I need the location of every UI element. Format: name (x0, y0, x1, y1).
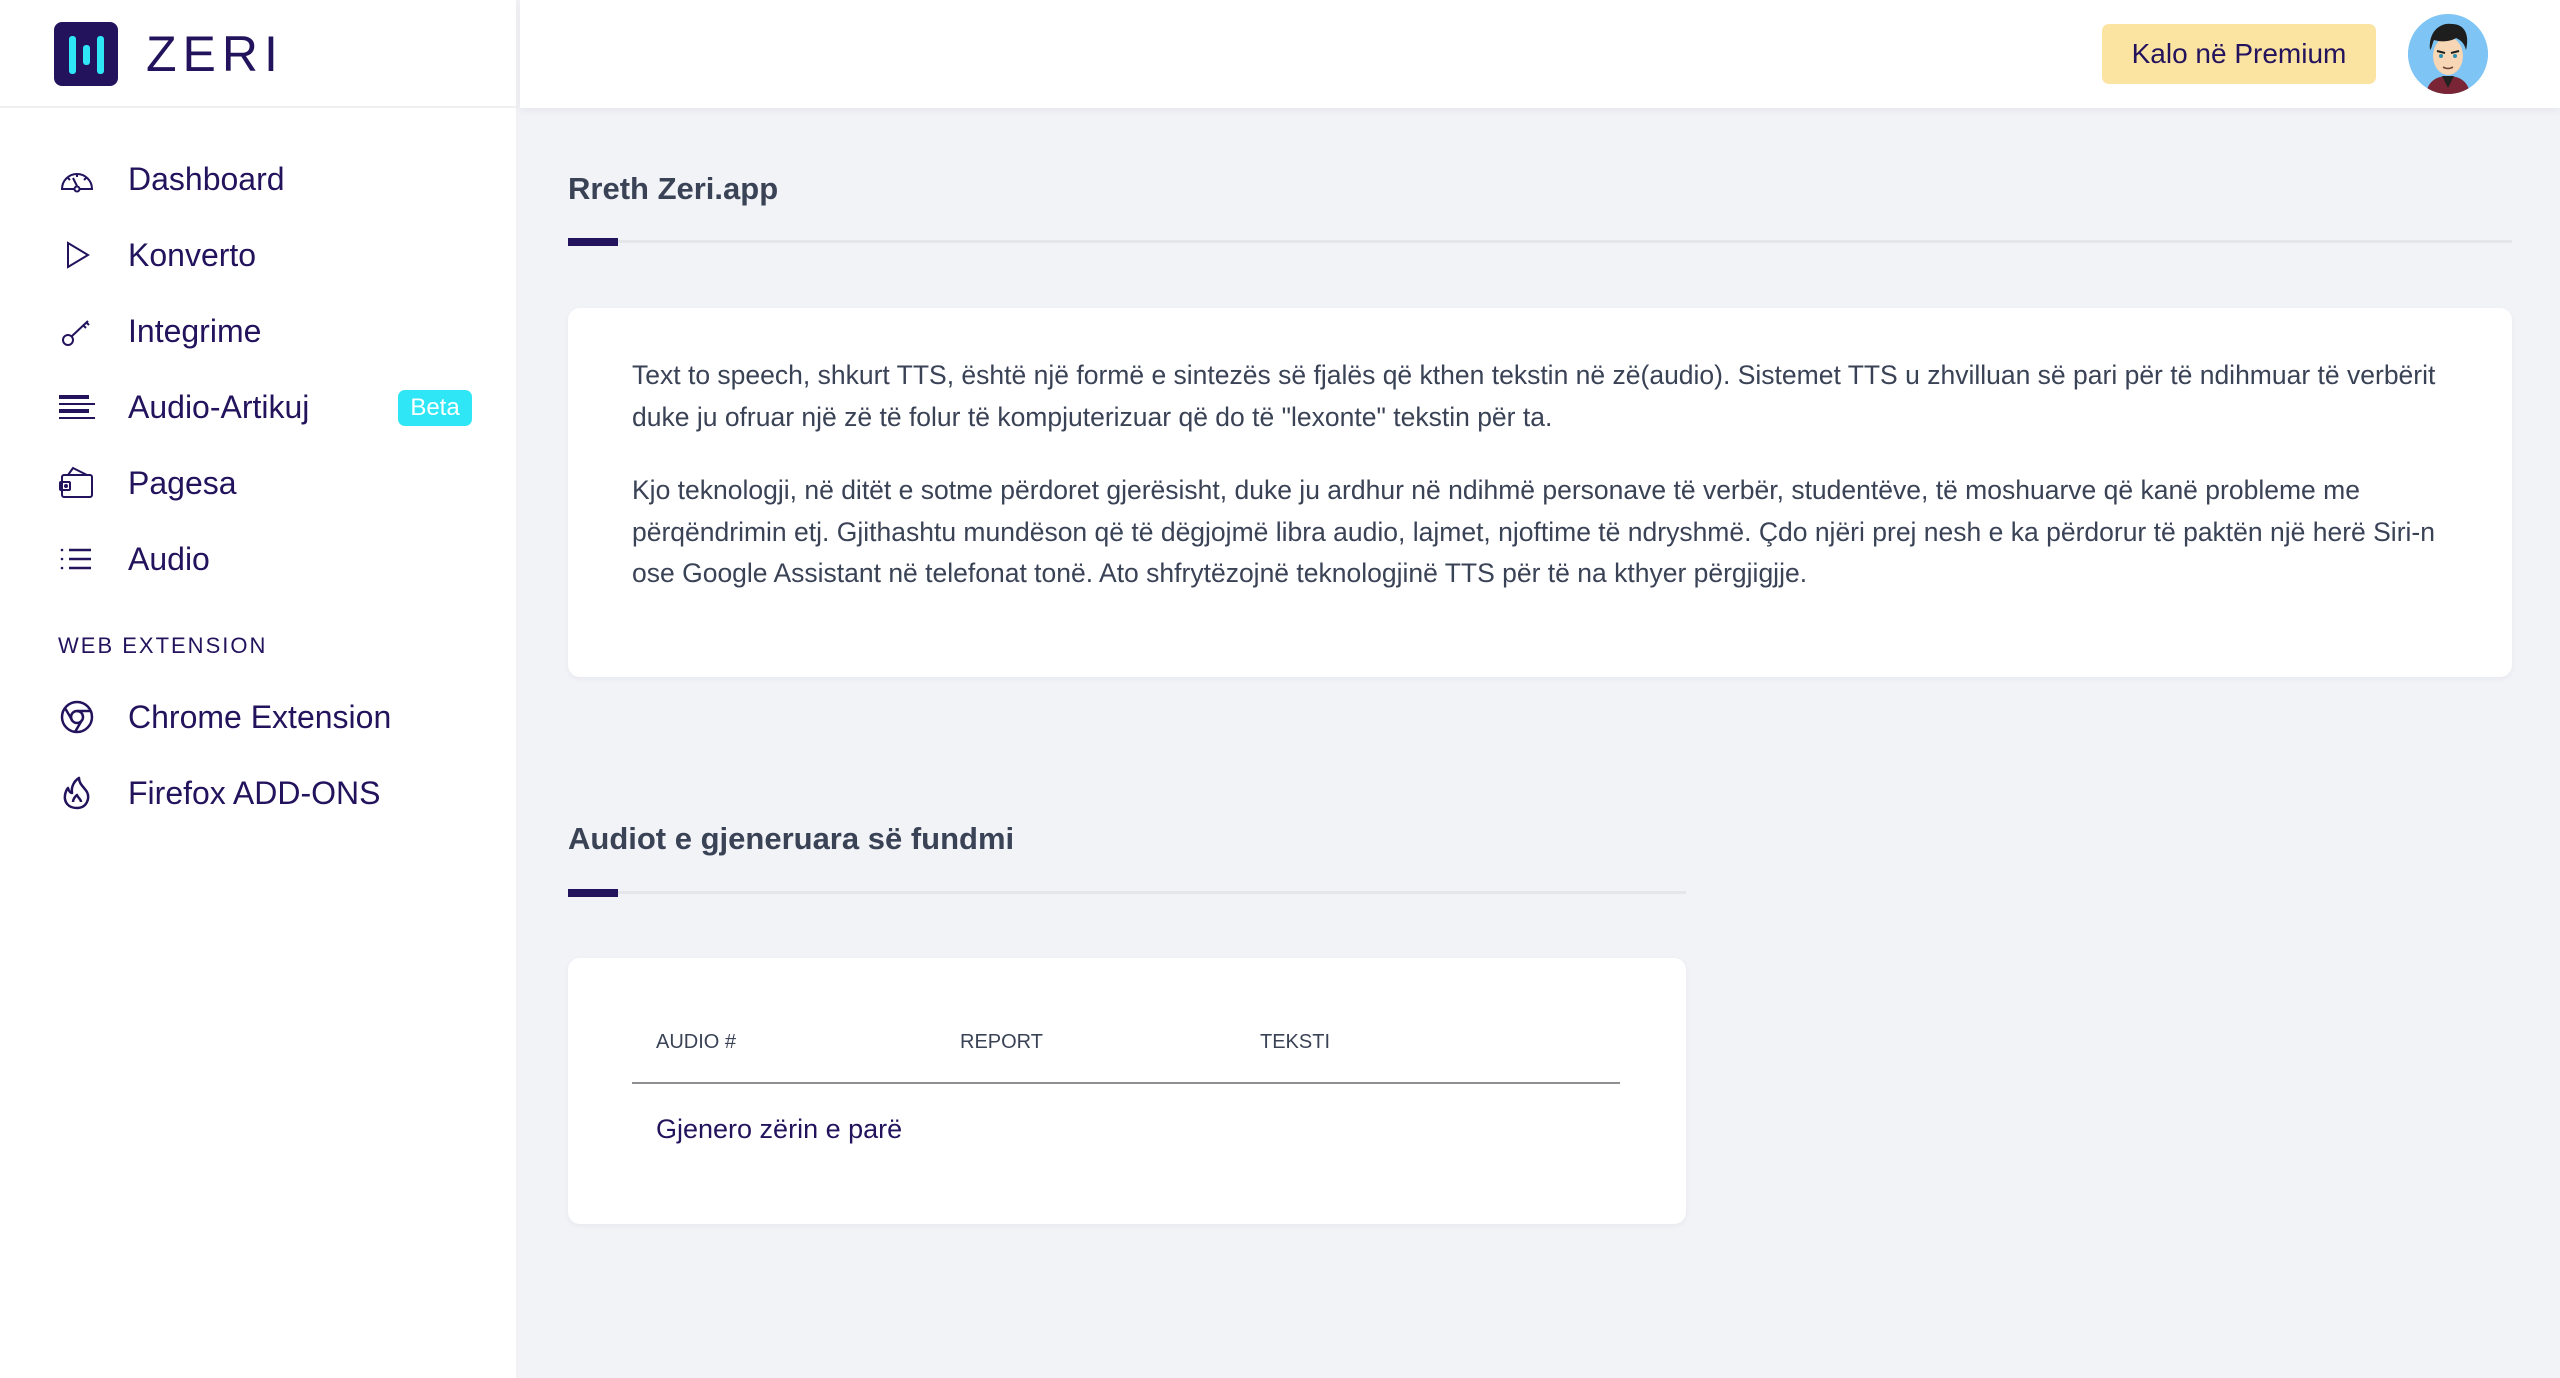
sidebar-item-pagesa[interactable]: Pagesa (0, 453, 518, 513)
about-divider (568, 240, 2512, 243)
wallet-icon (58, 465, 96, 501)
brand[interactable]: ZERI (0, 0, 518, 108)
nav-label: Chrome Extension (128, 699, 392, 735)
sidebar-item-audio[interactable]: Audio (0, 529, 518, 589)
generate-first-audio-link[interactable]: Gjenero zërin e parë (656, 1111, 902, 1147)
about-paragraph: Text to speech, shkurt TTS, është një fo… (632, 360, 2436, 432)
user-avatar[interactable] (2408, 14, 2488, 94)
nav-label: Pagesa (128, 465, 237, 501)
sidebar-item-konverto[interactable]: Konverto (0, 225, 518, 285)
column-header-teksti[interactable]: TEKSTI (1260, 1030, 1330, 1054)
premium-button[interactable]: Kalo në Premium (2102, 24, 2376, 84)
column-header-report[interactable]: REPORT (960, 1030, 1043, 1054)
recent-divider (568, 891, 1686, 894)
table-header-divider (632, 1082, 1620, 1084)
play-icon (58, 237, 96, 273)
align-left-icon (58, 389, 96, 425)
key-icon (58, 313, 96, 349)
nav-label: Audio (128, 541, 210, 577)
nav-label: Audio-Artikuj (128, 389, 310, 425)
sidebar-item-dashboard[interactable]: Dashboard (0, 149, 518, 209)
nav-label: Konverto (128, 237, 257, 273)
sidebar-item-integrime[interactable]: Integrime (0, 301, 518, 361)
nav-label: Integrime (128, 313, 262, 349)
section-label-web-extension: WEB EXTENSION (58, 633, 268, 658)
sidebar-item-firefox-addons[interactable]: Firefox ADD-ONS (0, 763, 518, 823)
sidebar-item-chrome-extension[interactable]: Chrome Extension (0, 687, 518, 747)
recent-audios-title: Audiot e gjeneruara së fundmi (568, 821, 1015, 856)
about-card: Text to speech, shkurt TTS, është një fo… (568, 308, 2512, 677)
nav-label: Dashboard (128, 161, 285, 197)
nav-label: Firefox ADD-ONS (128, 775, 381, 811)
chrome-icon (58, 699, 96, 735)
column-header-audio[interactable]: AUDIO # (656, 1030, 736, 1054)
speedometer-icon (58, 161, 96, 197)
about-title: Rreth Zeri.app (568, 171, 779, 206)
brand-name: ZERI (146, 26, 284, 82)
logo-icon (54, 22, 118, 86)
beta-badge: Beta (398, 390, 472, 426)
recent-audios-table: AUDIO # REPORT TEKSTI Gjenero zërin e pa… (568, 958, 1686, 1224)
sidebar-item-audio-artikuj[interactable]: Audio-Artikuj Beta (0, 377, 518, 437)
about-paragraph: Kjo teknologji, në ditët e sotme përdore… (632, 475, 2435, 588)
recent-divider-accent (568, 889, 618, 897)
fire-icon (58, 775, 96, 811)
about-divider-accent (568, 238, 618, 246)
list-icon (58, 541, 96, 577)
avatar-icon (2408, 14, 2488, 94)
sidebar: ZERI Dashboard Konverto Integrime Audio-… (0, 0, 518, 1378)
